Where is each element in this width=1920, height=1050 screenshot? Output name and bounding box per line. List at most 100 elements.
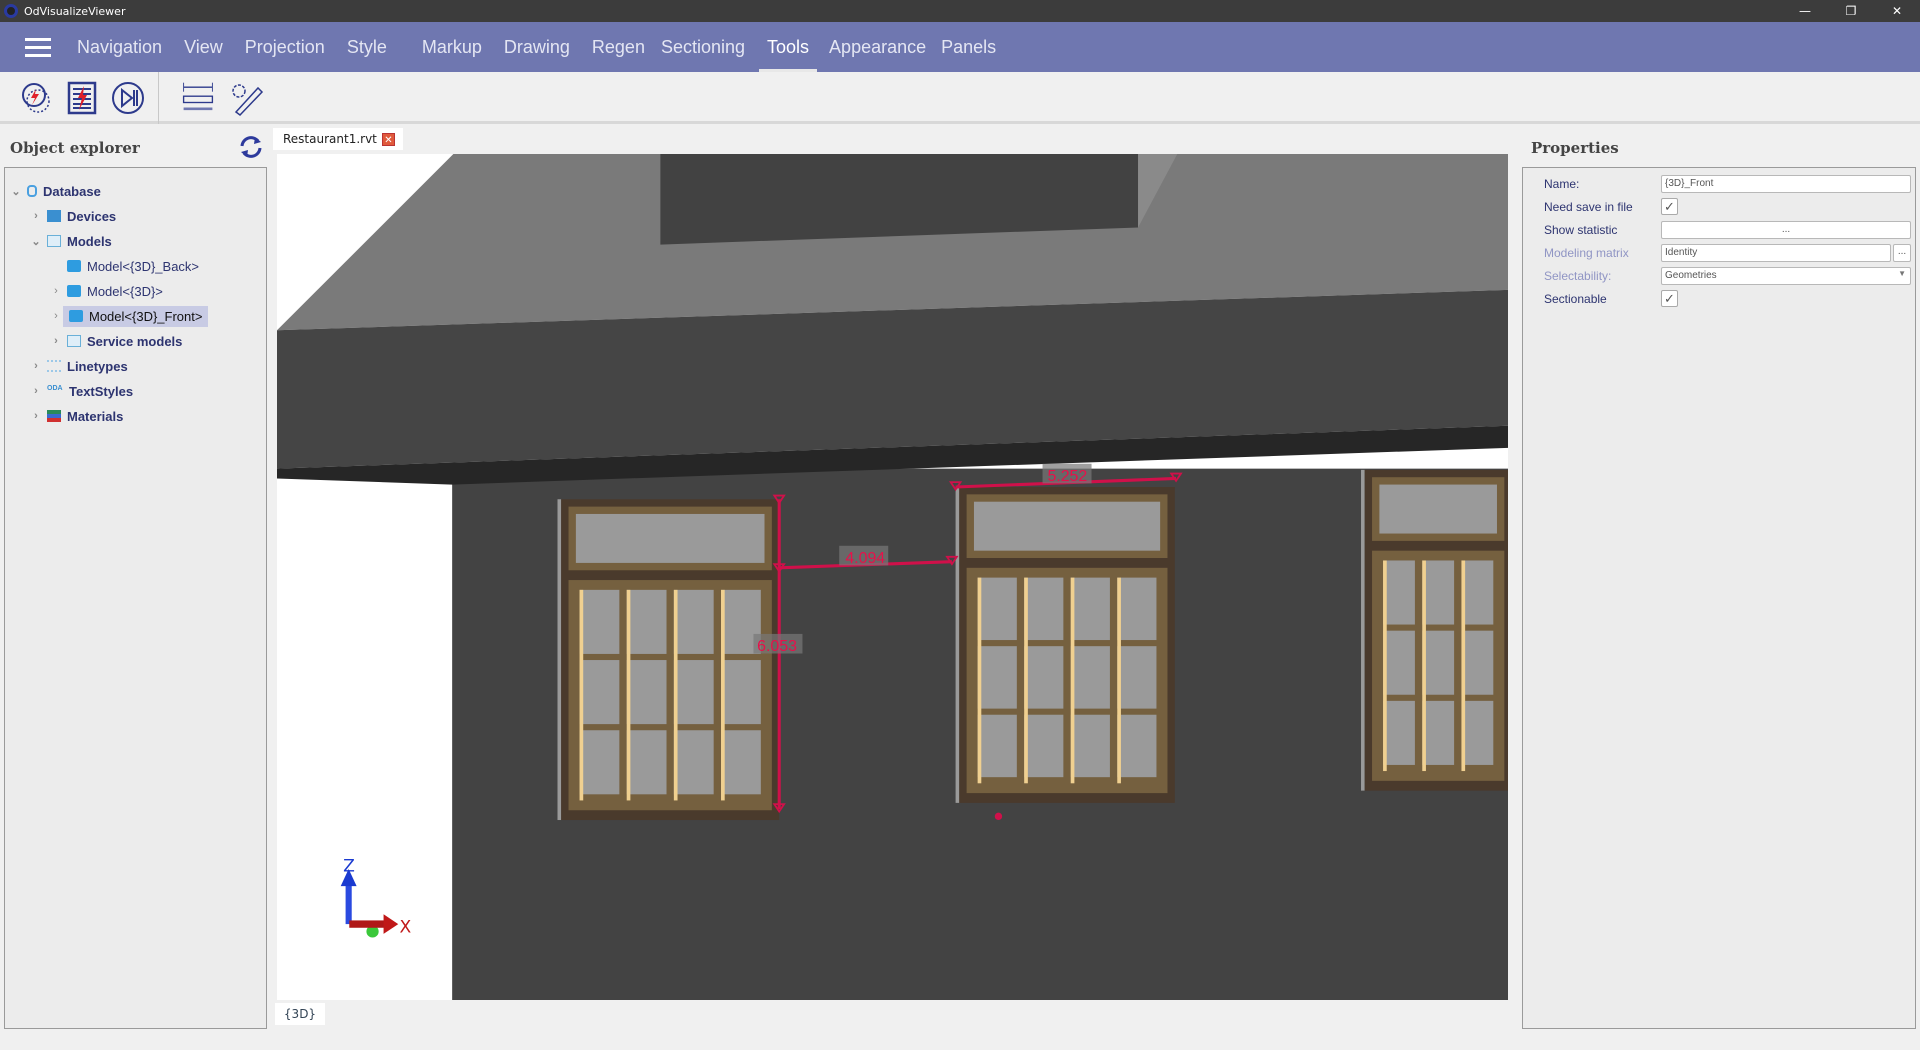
chevron-down-icon[interactable]: ⌄ <box>29 235 43 248</box>
window-pane <box>1461 630 1494 695</box>
measure-settings-icon[interactable] <box>228 80 264 116</box>
window-pane <box>1117 577 1157 641</box>
measure-distance-icon[interactable] <box>180 80 216 116</box>
window-pane <box>1383 700 1415 765</box>
window-pane <box>1070 577 1110 641</box>
chevron-right-icon[interactable]: › <box>29 385 43 397</box>
tree-item-textstyles[interactable]: › ODA TextStyles <box>29 379 133 403</box>
window-pane <box>626 589 667 654</box>
zoom-extents-icon[interactable] <box>18 80 54 116</box>
window-pane <box>1383 630 1415 695</box>
window-pane <box>579 589 620 654</box>
window-pane <box>977 577 1017 641</box>
chevron-down-icon[interactable]: ⌄ <box>9 185 23 198</box>
refresh-icon[interactable] <box>238 134 264 160</box>
tree-item-database[interactable]: ⌄ Database <box>9 179 100 203</box>
window-pane <box>721 730 761 795</box>
model-cube-icon <box>67 260 81 272</box>
menu-drawing[interactable]: Drawing <box>504 22 570 72</box>
dropdown-arrow-icon: ▼ <box>1898 269 1906 278</box>
need-save-checkbox[interactable]: ✓ <box>1661 198 1678 215</box>
chevron-right-icon[interactable]: › <box>49 285 63 297</box>
chevron-right-icon[interactable]: › <box>29 410 43 422</box>
menu-view[interactable]: View <box>184 22 223 72</box>
chevron-right-icon[interactable]: › <box>29 210 43 222</box>
window-transom-glass <box>1379 484 1497 534</box>
close-button[interactable]: ✕ <box>1874 0 1920 22</box>
view-tab-3d[interactable]: {3D} <box>275 1003 325 1025</box>
menu-sectioning[interactable]: Sectioning <box>661 22 745 72</box>
menu-markup[interactable]: Markup <box>422 22 482 72</box>
window-pane <box>673 730 714 795</box>
close-tab-icon[interactable]: ✕ <box>381 132 395 146</box>
window-pane <box>626 730 667 795</box>
window-pane <box>673 660 714 725</box>
window-pane <box>579 660 620 725</box>
model-front-label: Model<{3D}_Front> <box>89 308 203 324</box>
window-pane <box>673 589 714 654</box>
prop-show-statistic: Show statistic... <box>1523 219 1915 242</box>
show-statistic-button[interactable]: ... <box>1661 221 1911 239</box>
window-pane <box>1024 714 1064 778</box>
3d-viewport[interactable]: 6.053 4.094 5.252 Z X <box>277 154 1512 1001</box>
tree-item-linetypes[interactable]: › Linetypes <box>29 354 128 378</box>
tree-item-models[interactable]: ⌄ Models <box>29 229 111 253</box>
menu-navigation[interactable]: Navigation <box>77 22 162 72</box>
tree-item-model-3d[interactable]: › Model<{3D}> <box>49 279 163 303</box>
menu-appearance[interactable]: Appearance <box>829 22 926 72</box>
measure-label-6053: 6.053 <box>757 638 797 655</box>
hamburger-menu-icon[interactable] <box>25 37 51 57</box>
window-pane <box>579 730 620 795</box>
prop-need-save: Need save in file ✓ <box>1523 196 1915 219</box>
app-title: OdVisualizeViewer <box>24 4 126 18</box>
name-field[interactable]: {3D}_Front <box>1661 175 1911 193</box>
menu-bar: Navigation View Projection Style Markup … <box>0 22 1920 72</box>
prop-selectability: Selectability: Geometries ▼ <box>1523 265 1915 288</box>
properties-title: Properties <box>1531 139 1619 157</box>
selectability-dropdown[interactable]: Geometries ▼ <box>1661 267 1911 285</box>
menu-tools[interactable]: Tools <box>759 22 818 72</box>
chevron-right-icon[interactable]: › <box>49 310 63 322</box>
document-tab[interactable]: Restaurant1.rvt ✕ <box>273 128 403 150</box>
window-pane <box>1117 714 1157 778</box>
tree-item-model-back[interactable]: Model<{3D}_Back> <box>49 254 199 278</box>
properties-panel: Name: {3D}_Front Need save in file ✓ Show … <box>1522 167 1916 1029</box>
restore-button[interactable]: ❐ <box>1828 0 1874 22</box>
window-pane <box>1024 646 1064 709</box>
x-axis-label: X <box>399 918 411 938</box>
tree-item-devices[interactable]: › Devices <box>29 204 116 228</box>
tree-item-materials[interactable]: › Materials <box>29 404 123 428</box>
z-axis-label: Z <box>343 856 355 876</box>
modeling-matrix-field[interactable]: Identity <box>1661 244 1891 262</box>
chevron-right-icon[interactable]: › <box>29 360 43 372</box>
linetypes-icon <box>47 360 61 372</box>
regen-icon[interactable] <box>64 80 100 116</box>
measure-point <box>994 812 1003 821</box>
device-icon <box>47 210 61 222</box>
prop-modeling-matrix: Modeling matrix Identity... <box>1523 242 1915 265</box>
window-pane <box>1422 630 1455 695</box>
animation-play-icon[interactable] <box>110 80 146 116</box>
menu-style[interactable]: Style <box>347 22 387 72</box>
scene: 6.053 4.094 5.252 Z X <box>277 154 1512 1001</box>
database-icon <box>27 185 37 197</box>
window-pane <box>1461 700 1494 765</box>
oda-text-icon: ODA <box>47 385 63 392</box>
sectionable-checkbox[interactable]: ✓ <box>1661 290 1678 307</box>
window-pane <box>1461 560 1494 625</box>
menu-panels[interactable]: Panels <box>941 22 996 72</box>
chevron-right-icon[interactable]: › <box>49 335 63 347</box>
window-pane <box>1070 714 1110 778</box>
tree-item-service-models[interactable]: › Service models <box>49 329 182 353</box>
models-icon <box>67 335 81 347</box>
menu-regen[interactable]: Regen <box>592 22 645 72</box>
menu-projection[interactable]: Projection <box>245 22 325 72</box>
minimize-button[interactable]: — <box>1782 0 1828 22</box>
toolbar <box>0 72 1920 124</box>
modeling-matrix-button[interactable]: ... <box>1893 244 1911 262</box>
object-explorer-title: Object explorer <box>10 139 140 157</box>
window-pane <box>721 660 761 725</box>
z-axis-arrow <box>345 884 352 925</box>
tree-item-model-front[interactable]: › Model<{3D}_Front> <box>49 304 209 328</box>
measure-label-4094: 4.094 <box>845 550 885 567</box>
